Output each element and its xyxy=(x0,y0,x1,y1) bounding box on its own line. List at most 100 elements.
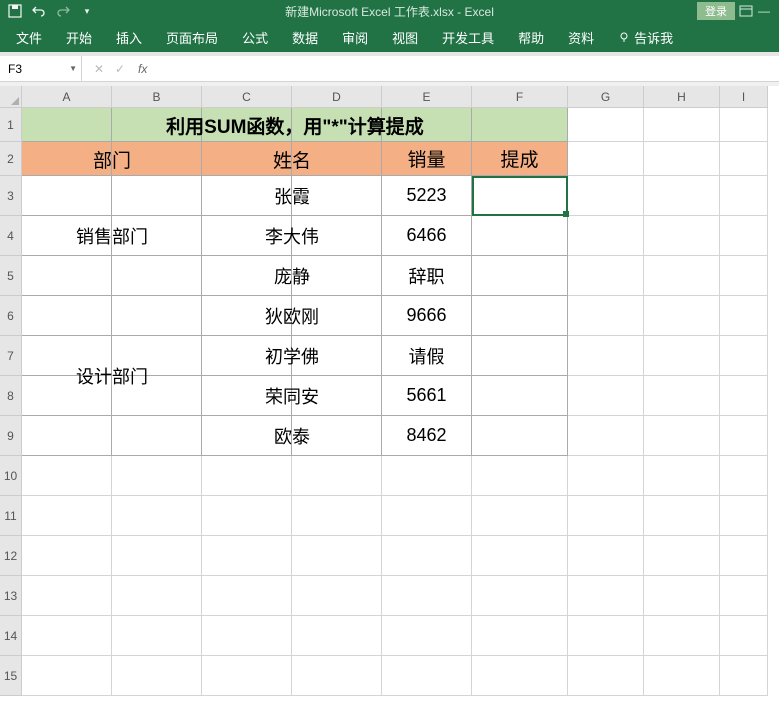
cell[interactable] xyxy=(644,376,720,416)
save-icon[interactable] xyxy=(8,4,22,18)
cell[interactable] xyxy=(644,496,720,536)
cells-area[interactable]: A B C D E F G H I 利用SUM函数，用"*"计算提成 xyxy=(22,86,768,696)
cancel-icon[interactable]: ✕ xyxy=(90,62,108,76)
cell[interactable] xyxy=(644,176,720,216)
cell[interactable] xyxy=(292,256,382,296)
cell[interactable] xyxy=(568,496,644,536)
cell-commission[interactable] xyxy=(472,336,568,376)
cell[interactable] xyxy=(202,416,292,456)
cell[interactable] xyxy=(472,616,568,656)
cell[interactable] xyxy=(720,376,768,416)
cell[interactable] xyxy=(568,108,644,142)
row-header[interactable]: 14 xyxy=(0,616,22,656)
tab-home[interactable]: 开始 xyxy=(64,24,94,51)
cell[interactable] xyxy=(720,496,768,536)
cell[interactable] xyxy=(112,216,202,256)
cell[interactable] xyxy=(112,296,202,336)
cell[interactable] xyxy=(22,496,112,536)
cell[interactable] xyxy=(472,536,568,576)
select-all-corner[interactable] xyxy=(0,86,22,108)
cell[interactable] xyxy=(568,336,644,376)
name-box-dropdown-icon[interactable]: ▼ xyxy=(69,64,77,73)
cell[interactable] xyxy=(644,536,720,576)
cell[interactable] xyxy=(112,376,202,416)
cell[interactable] xyxy=(22,176,112,216)
cell[interactable] xyxy=(202,142,292,176)
cell-header-commission[interactable]: 提成 xyxy=(472,142,568,176)
row-header[interactable]: 12 xyxy=(0,536,22,576)
cell[interactable] xyxy=(720,336,768,376)
cell[interactable] xyxy=(568,216,644,256)
cell[interactable] xyxy=(22,416,112,456)
row-header[interactable]: 8 xyxy=(0,376,22,416)
row-header[interactable]: 7 xyxy=(0,336,22,376)
tell-me-search[interactable]: 告诉我 xyxy=(616,24,675,51)
cell-header-sales[interactable]: 销量 xyxy=(382,142,472,176)
cell[interactable] xyxy=(22,142,112,176)
cell[interactable] xyxy=(382,656,472,696)
cell-sales[interactable]: 6466 xyxy=(382,216,472,256)
col-header[interactable]: D xyxy=(292,86,382,108)
cell[interactable] xyxy=(644,336,720,376)
cell[interactable] xyxy=(292,416,382,456)
undo-icon[interactable] xyxy=(32,4,46,18)
row-header[interactable]: 3 xyxy=(0,176,22,216)
cell[interactable] xyxy=(22,376,112,416)
cell[interactable] xyxy=(720,296,768,336)
col-header[interactable]: I xyxy=(720,86,768,108)
confirm-icon[interactable]: ✓ xyxy=(111,62,129,76)
cell[interactable] xyxy=(112,142,202,176)
cell[interactable] xyxy=(112,256,202,296)
cell[interactable] xyxy=(720,616,768,656)
cell[interactable] xyxy=(720,416,768,456)
fx-icon[interactable]: fx xyxy=(132,62,147,76)
cell[interactable] xyxy=(568,376,644,416)
cell[interactable] xyxy=(568,416,644,456)
cell[interactable] xyxy=(292,142,382,176)
cell[interactable] xyxy=(292,108,382,142)
tab-review[interactable]: 审阅 xyxy=(340,24,370,51)
cell[interactable] xyxy=(112,176,202,216)
cell[interactable] xyxy=(202,456,292,496)
cell-sales[interactable]: 8462 xyxy=(382,416,472,456)
cell[interactable] xyxy=(112,616,202,656)
row-header[interactable]: 13 xyxy=(0,576,22,616)
cell[interactable] xyxy=(202,656,292,696)
formula-input[interactable] xyxy=(155,56,779,81)
cell[interactable] xyxy=(292,456,382,496)
cell[interactable] xyxy=(568,536,644,576)
cell[interactable] xyxy=(292,536,382,576)
row-header[interactable]: 9 xyxy=(0,416,22,456)
row-header[interactable]: 1 xyxy=(0,108,22,142)
cell[interactable] xyxy=(202,576,292,616)
cell[interactable] xyxy=(22,656,112,696)
cell[interactable] xyxy=(644,416,720,456)
cell[interactable] xyxy=(720,656,768,696)
cell-sales[interactable]: 5661 xyxy=(382,376,472,416)
tab-page-layout[interactable]: 页面布局 xyxy=(164,24,220,51)
cell[interactable] xyxy=(720,216,768,256)
cell[interactable] xyxy=(112,536,202,576)
cell[interactable] xyxy=(382,536,472,576)
cell[interactable] xyxy=(202,496,292,536)
cell[interactable] xyxy=(382,616,472,656)
cell[interactable] xyxy=(644,108,720,142)
login-button[interactable]: 登录 xyxy=(697,2,735,20)
cell-sales[interactable]: 9666 xyxy=(382,296,472,336)
cell[interactable] xyxy=(202,296,292,336)
cell[interactable] xyxy=(568,176,644,216)
cell[interactable] xyxy=(22,616,112,656)
cell[interactable] xyxy=(382,108,472,142)
row-header[interactable]: 2 xyxy=(0,142,22,176)
cell[interactable] xyxy=(202,176,292,216)
cell[interactable] xyxy=(568,616,644,656)
cell[interactable] xyxy=(292,376,382,416)
cell[interactable] xyxy=(568,256,644,296)
cell[interactable] xyxy=(720,576,768,616)
cell-sales[interactable]: 5223 xyxy=(382,176,472,216)
cell[interactable] xyxy=(382,576,472,616)
cell[interactable] xyxy=(644,656,720,696)
cell[interactable] xyxy=(720,536,768,576)
cell[interactable] xyxy=(382,456,472,496)
cell-commission[interactable] xyxy=(472,256,568,296)
